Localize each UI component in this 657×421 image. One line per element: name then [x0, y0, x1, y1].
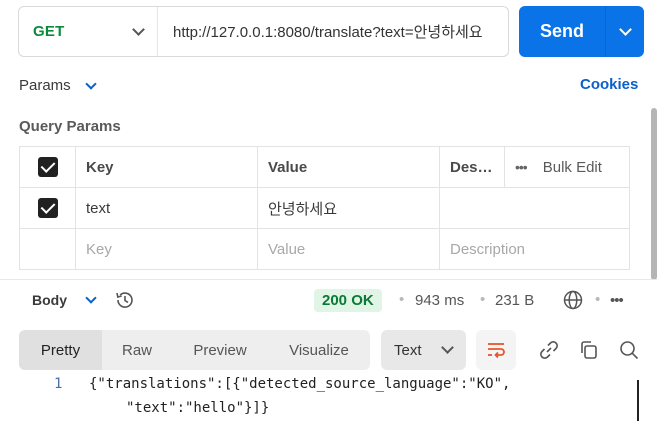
bulk-edit-cell: ••• Bulk Edit	[504, 146, 630, 188]
param-description-field[interactable]	[439, 187, 630, 229]
send-options-button[interactable]	[606, 6, 644, 57]
separator-dot: •	[595, 291, 601, 308]
wrap-lines-button[interactable]	[476, 330, 516, 370]
line-number: 1	[54, 376, 63, 392]
history-icon[interactable]	[114, 289, 136, 311]
empty-checkbox-cell	[19, 228, 76, 270]
new-value-field[interactable]: Value	[257, 228, 440, 270]
search-icon[interactable]	[618, 339, 640, 361]
checkbox-checked-icon[interactable]	[37, 157, 58, 177]
link-icon[interactable]	[538, 339, 560, 361]
response-size[interactable]: 231 B	[495, 292, 534, 309]
code-line: {"translations":[{"detected_source_langu…	[89, 376, 511, 392]
code-line-wrapped: "text":"hello"}]}	[126, 400, 270, 416]
new-key-field[interactable]: Key	[75, 228, 258, 270]
bulk-edit-button[interactable]: Bulk Edit	[543, 159, 602, 176]
query-params-title: Query Params	[19, 118, 121, 135]
chevron-down-icon	[85, 77, 97, 90]
wrap-lines-icon	[488, 343, 505, 359]
separator-dot: •	[399, 291, 405, 308]
more-icon[interactable]: •••	[515, 159, 528, 175]
globe-icon[interactable]	[562, 289, 584, 311]
table-row-empty: Key Value Description	[19, 228, 630, 270]
chevron-down-icon	[85, 292, 97, 304]
editor-edge	[637, 380, 639, 421]
param-key-field[interactable]: text	[75, 187, 258, 229]
copy-icon[interactable]	[578, 339, 600, 361]
chevron-down-icon	[441, 341, 454, 354]
method-select[interactable]: GET	[19, 7, 158, 56]
scrollbar[interactable]	[651, 108, 657, 280]
request-bar: GET http://127.0.0.1:8080/translate?text…	[18, 6, 509, 57]
table-header-row: Key Value Des… ••• Bulk Edit	[19, 146, 630, 188]
checkbox-checked-icon[interactable]	[37, 198, 58, 218]
send-button[interactable]: Send	[519, 6, 605, 57]
header-key: Key	[75, 146, 258, 188]
format-label: Text	[394, 341, 422, 359]
response-view-tabs: Pretty Raw Preview Visualize	[19, 330, 370, 370]
tab-raw[interactable]: Raw	[102, 330, 172, 370]
param-value-field[interactable]: 안녕하세요	[257, 187, 440, 229]
row-checkbox-cell[interactable]	[19, 187, 76, 229]
cookies-link[interactable]: Cookies	[580, 76, 638, 93]
format-select[interactable]: Text	[381, 330, 466, 370]
select-all-cell[interactable]	[19, 146, 76, 188]
separator-dot: •	[480, 291, 486, 308]
new-description-field[interactable]: Description	[439, 228, 630, 270]
method-label: GET	[33, 23, 65, 40]
tab-visualize[interactable]: Visualize	[268, 330, 370, 370]
table-row: text 안녕하세요	[19, 187, 630, 229]
params-label: Params	[19, 77, 71, 94]
response-time[interactable]: 943 ms	[415, 292, 464, 309]
tab-pretty[interactable]: Pretty	[19, 330, 102, 370]
body-dropdown[interactable]: Body	[32, 292, 97, 308]
send-button-group: Send	[519, 6, 644, 57]
header-description: Des…	[439, 146, 505, 188]
chevron-down-icon	[132, 22, 145, 36]
response-bar: Body 200 OK • 943 ms • 231 B • •••	[0, 279, 657, 321]
body-label: Body	[32, 292, 67, 308]
more-icon[interactable]: •••	[610, 292, 624, 309]
query-params-table: Key Value Des… ••• Bulk Edit text 안녕하세요 …	[19, 146, 630, 270]
header-value: Value	[257, 146, 440, 188]
url-input[interactable]: http://127.0.0.1:8080/translate?text=안녕하…	[158, 21, 508, 42]
params-dropdown[interactable]: Params	[19, 77, 97, 94]
tab-preview[interactable]: Preview	[172, 330, 268, 370]
chevron-down-icon	[618, 22, 632, 36]
status-badge[interactable]: 200 OK	[314, 289, 382, 312]
